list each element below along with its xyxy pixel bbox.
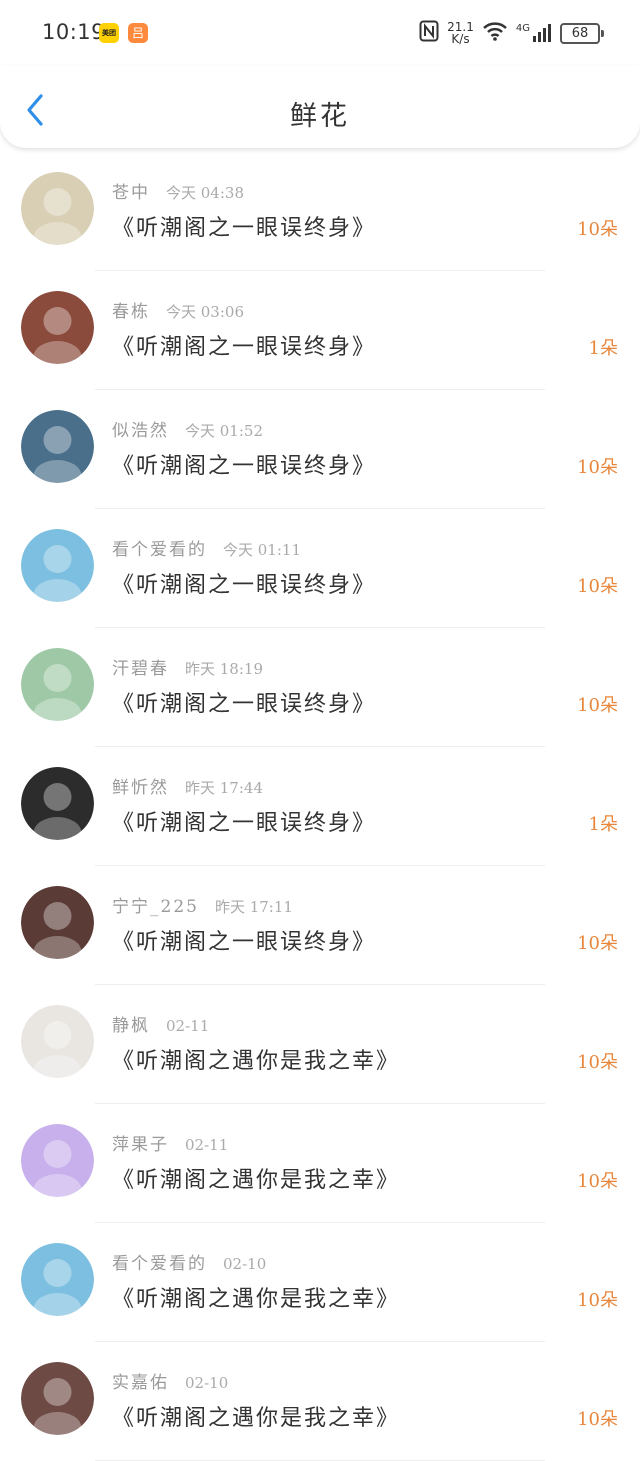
network-speed: 21.1 K/s (447, 20, 474, 46)
item-meta: 静枫 02-11 (112, 1011, 209, 1036)
item-meta: 看个爱看的 02-10 (112, 1249, 266, 1274)
flower-count: 1朵 (588, 338, 618, 359)
list-item[interactable]: 苍中 今天 04:38 《听潮阁之一眼误终身》 10朵 (0, 152, 640, 271)
flower-count: 10朵 (577, 933, 618, 954)
notification-app-icon: 吕 (128, 23, 148, 43)
flower-count: 10朵 (577, 695, 618, 716)
book-title[interactable]: 《听潮阁之一眼误终身》 (112, 686, 376, 718)
item-meta: 似浩然 今天 01:52 (112, 416, 263, 441)
flower-gift-list: 苍中 今天 04:38 《听潮阁之一眼误终身》 10朵 春栋 今天 03:06 《听… (0, 152, 640, 1461)
item-meta: 萍果子 02-11 (112, 1130, 228, 1155)
list-item[interactable]: 实嘉佑 02-10 《听潮阁之遇你是我之幸》 10朵 (0, 1342, 640, 1461)
gift-time: 02-11 (166, 1017, 210, 1035)
user-name[interactable]: 看个爱看的 (112, 1254, 207, 1274)
list-item[interactable]: 看个爱看的 今天 01:11 《听潮阁之一眼误终身》 10朵 (0, 509, 640, 628)
user-name[interactable]: 看个爱看的 (112, 540, 207, 560)
list-item[interactable]: 静枫 02-11 《听潮阁之遇你是我之幸》 10朵 (0, 985, 640, 1104)
gift-time: 今天 03:06 (166, 303, 244, 321)
item-meta: 春栋 今天 03:06 (112, 297, 244, 322)
avatar[interactable] (21, 1362, 94, 1435)
gift-time: 昨天 17:11 (214, 898, 293, 916)
book-title[interactable]: 《听潮阁之遇你是我之幸》 (112, 1281, 400, 1313)
gift-time: 02-11 (185, 1136, 229, 1154)
avatar[interactable] (21, 1124, 94, 1197)
user-name[interactable]: 静枫 (112, 1016, 150, 1036)
flower-count: 10朵 (577, 1409, 618, 1430)
book-title[interactable]: 《听潮阁之遇你是我之幸》 (112, 1043, 400, 1075)
avatar[interactable] (21, 1005, 94, 1078)
item-meta: 鲜忻然 昨天 17:44 (112, 773, 263, 798)
avatar[interactable] (21, 529, 94, 602)
list-item[interactable]: 萍果子 02-11 《听潮阁之遇你是我之幸》 10朵 (0, 1104, 640, 1223)
gift-time: 今天 01:11 (223, 541, 301, 559)
flower-count: 10朵 (577, 1171, 618, 1192)
book-title[interactable]: 《听潮阁之一眼误终身》 (112, 924, 376, 956)
user-name[interactable]: 似浩然 (112, 421, 169, 441)
list-item[interactable]: 看个爱看的 02-10 《听潮阁之遇你是我之幸》 10朵 (0, 1223, 640, 1342)
flower-count: 10朵 (577, 1052, 618, 1073)
flower-count: 10朵 (577, 219, 618, 240)
item-meta: 苍中 今天 04:38 (112, 178, 244, 203)
user-name[interactable]: 春栋 (112, 302, 150, 322)
book-title[interactable]: 《听潮阁之一眼误终身》 (112, 329, 376, 361)
wifi-icon (482, 21, 508, 45)
flower-count: 10朵 (577, 1290, 618, 1311)
gift-time: 02-10 (223, 1255, 267, 1273)
gift-time: 今天 01:52 (185, 422, 263, 440)
book-title[interactable]: 《听潮阁之遇你是我之幸》 (112, 1400, 400, 1432)
list-item[interactable]: 春栋 今天 03:06 《听潮阁之一眼误终身》 1朵 (0, 271, 640, 390)
user-name[interactable]: 宁宁_225 (112, 897, 199, 917)
flower-count: 10朵 (577, 457, 618, 478)
status-bar: 10:19 美团 吕 21.1 K/s 4G 68 (0, 0, 640, 66)
book-title[interactable]: 《听潮阁之一眼误终身》 (112, 448, 376, 480)
battery-icon: 68 (560, 22, 604, 44)
gift-time: 今天 04:38 (166, 184, 244, 202)
flower-count: 1朵 (588, 814, 618, 835)
user-name[interactable]: 鲜忻然 (112, 778, 169, 798)
user-name[interactable]: 实嘉佑 (112, 1373, 169, 1393)
user-name[interactable]: 汗碧春 (112, 659, 169, 679)
list-item[interactable]: 宁宁_225 昨天 17:11 《听潮阁之一眼误终身》 10朵 (0, 866, 640, 985)
gift-time: 昨天 17:44 (185, 779, 263, 797)
avatar[interactable] (21, 648, 94, 721)
book-title[interactable]: 《听潮阁之遇你是我之幸》 (112, 1162, 400, 1194)
avatar[interactable] (21, 172, 94, 245)
nav-header: 鲜花 (0, 66, 640, 148)
flower-count: 10朵 (577, 576, 618, 597)
list-item[interactable]: 似浩然 今天 01:52 《听潮阁之一眼误终身》 10朵 (0, 390, 640, 509)
book-title[interactable]: 《听潮阁之一眼误终身》 (112, 210, 376, 242)
status-indicators: 21.1 K/s 4G 68 (419, 18, 604, 48)
cellular-signal-icon: 4G (516, 23, 552, 43)
gift-time: 昨天 18:19 (185, 660, 263, 678)
avatar[interactable] (21, 886, 94, 959)
book-title[interactable]: 《听潮阁之一眼误终身》 (112, 567, 376, 599)
avatar[interactable] (21, 410, 94, 483)
page-title: 鲜花 (290, 101, 350, 132)
user-name[interactable]: 萍果子 (112, 1135, 169, 1155)
avatar[interactable] (21, 767, 94, 840)
avatar[interactable] (21, 291, 94, 364)
list-item[interactable]: 鲜忻然 昨天 17:44 《听潮阁之一眼误终身》 1朵 (0, 747, 640, 866)
item-meta: 宁宁_225 昨天 17:11 (112, 892, 293, 917)
gift-time: 02-10 (185, 1374, 229, 1392)
list-item[interactable]: 汗碧春 昨天 18:19 《听潮阁之一眼误终身》 10朵 (0, 628, 640, 747)
meituan-app-icon: 美团 (99, 23, 119, 43)
avatar[interactable] (21, 1243, 94, 1316)
status-time: 10:19 (42, 20, 106, 44)
item-meta: 看个爱看的 今天 01:11 (112, 535, 301, 560)
user-name[interactable]: 苍中 (112, 183, 150, 203)
item-meta: 实嘉佑 02-10 (112, 1368, 228, 1393)
item-meta: 汗碧春 昨天 18:19 (112, 654, 263, 679)
book-title[interactable]: 《听潮阁之一眼误终身》 (112, 805, 376, 837)
nfc-icon (419, 20, 439, 46)
